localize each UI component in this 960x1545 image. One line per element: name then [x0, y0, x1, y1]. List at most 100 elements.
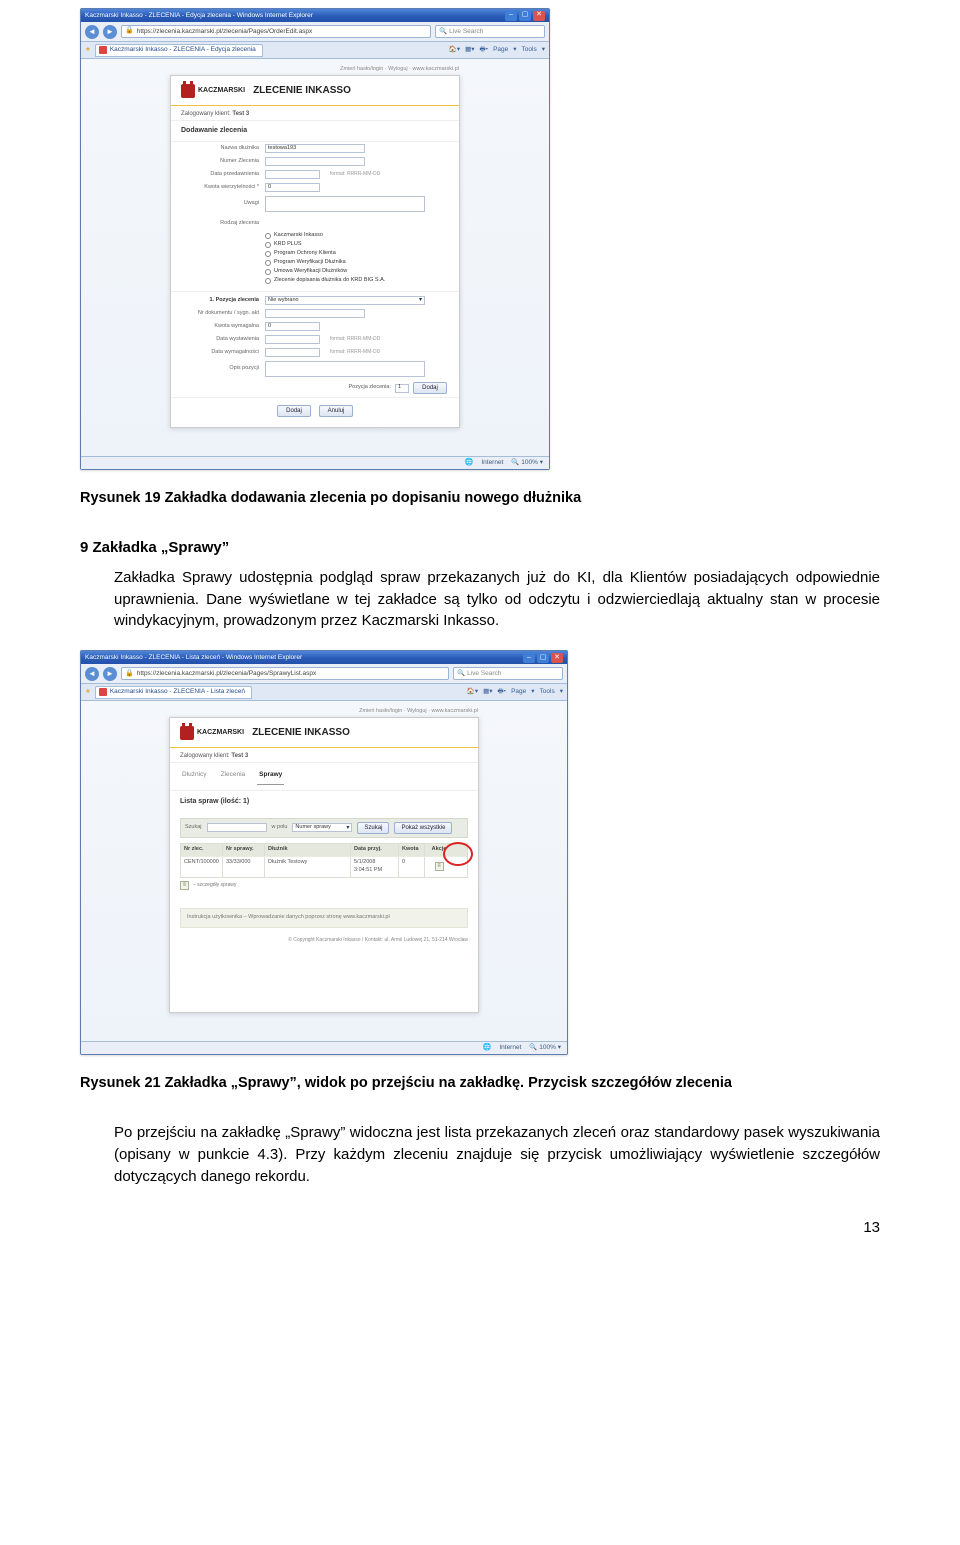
- position-counter-bar: Pozycja zlecenia: 1 Dodaj: [171, 379, 459, 397]
- radio-opt[interactable]: Program Ochrony Klienta: [265, 250, 449, 258]
- tab-zlecenia[interactable]: Zlecenia: [219, 768, 248, 784]
- back-icon[interactable]: ◄: [85, 25, 99, 39]
- window-maximize-icon[interactable]: ▢: [537, 653, 549, 663]
- select-pozycja[interactable]: Nie wybrano ▾: [265, 296, 425, 305]
- cell-kwota: 0: [399, 857, 425, 877]
- input-kwota-wierzytelnosci[interactable]: 0: [265, 183, 320, 192]
- filter-field-select[interactable]: Numer sprawy▾: [292, 823, 352, 832]
- url-text: https://zlecenia.kaczmarski.pl/zlecenia/…: [137, 27, 313, 36]
- legend-row: ≡ – szczegóły sprawy: [180, 881, 468, 890]
- magnifier-icon: 🔍: [439, 27, 447, 36]
- input-data-wymagalnosci[interactable]: [265, 348, 320, 357]
- th-data[interactable]: Data przyj.: [351, 844, 399, 856]
- cell-nrspr: 33/33/000: [223, 857, 265, 877]
- window-close-icon[interactable]: ✕: [551, 653, 563, 663]
- tab-dluznicy[interactable]: Dłużnicy: [180, 768, 209, 784]
- input-data-przedawnienia[interactable]: [265, 170, 320, 179]
- cell-data: 5/1/2008 3:04:51 PM: [351, 857, 399, 877]
- page-menu[interactable]: Page: [511, 687, 526, 696]
- forward-icon[interactable]: ►: [103, 25, 117, 39]
- lbl-rodzaj: Rodzaj zlecenia: [181, 220, 259, 228]
- favicon-icon: [99, 688, 107, 696]
- search-box[interactable]: 🔍 Live Search: [453, 667, 563, 680]
- textarea-opis-pozycji[interactable]: [265, 361, 425, 377]
- input-nr-dokumentu[interactable]: [265, 309, 365, 318]
- sprawy-table: Nr zlec. Nr sprawy. Dłużnik Data przyj. …: [180, 843, 468, 878]
- page-menu[interactable]: Page: [493, 45, 508, 54]
- zoom-level[interactable]: 🔍 100% ▾: [511, 458, 543, 467]
- show-all-button[interactable]: Pokaż wszystkie: [394, 822, 452, 834]
- input-kwota-wymagalna[interactable]: 0: [265, 322, 320, 331]
- cancel-button[interactable]: Anuluj: [319, 405, 353, 417]
- th-nrzlec[interactable]: Nr zlec.: [181, 844, 223, 856]
- tab-sprawy[interactable]: Sprawy: [257, 768, 284, 784]
- search-filter-bar: Szukaj w polu Numer sprawy▾ Szukaj Pokaż…: [180, 818, 468, 838]
- app-tabs: Dłużnicy Zlecenia Sprawy: [170, 763, 478, 790]
- lbl-kwym: Kwota wymagalna: [181, 323, 259, 331]
- window-close-icon[interactable]: ✕: [533, 11, 545, 21]
- input-nazwa-dluznika[interactable]: testowa193: [265, 144, 365, 153]
- app-panel: Zmień hasło/login · Wyloguj · www.kaczma…: [169, 717, 479, 1013]
- search-button[interactable]: Szukaj: [357, 822, 389, 834]
- forward-icon[interactable]: ►: [103, 667, 117, 681]
- radio-opt[interactable]: Zlecenie dopisania dłużnika do KRD BIG S…: [265, 277, 449, 285]
- window-minimize-icon[interactable]: –: [505, 11, 517, 21]
- ie-toolbar-right: 🏠▾ ▦▾ 🖶▾ Page▾ Tools▾: [449, 45, 545, 54]
- tools-menu[interactable]: Tools: [540, 687, 555, 696]
- magnifier-icon: 🔍: [457, 669, 465, 678]
- add-position-button[interactable]: Dodaj: [413, 382, 447, 394]
- top-links[interactable]: Zmień hasło/login · Wyloguj · www.kaczma…: [340, 66, 459, 74]
- lbl-nazwa: Nazwa dłużnika: [181, 145, 259, 153]
- th-nrspr[interactable]: Nr sprawy.: [223, 844, 265, 856]
- screenshot-2: Kaczmarski Inkasso - ZLECENIA - Lista zl…: [80, 650, 568, 1055]
- radio-icon: [265, 233, 271, 239]
- search-box[interactable]: 🔍 Live Search: [435, 25, 545, 38]
- logo-mark-icon: [180, 726, 194, 740]
- radio-opt[interactable]: Program Weryfikacji Dłużnika: [265, 259, 449, 267]
- page-number: 13: [80, 1217, 880, 1239]
- feeds-icon[interactable]: ▦▾: [483, 687, 492, 696]
- favorites-star-icon[interactable]: ★: [85, 45, 91, 54]
- input-data-wystawienia[interactable]: [265, 335, 320, 344]
- favorites-star-icon[interactable]: ★: [85, 687, 91, 696]
- home-icon[interactable]: 🏠▾: [467, 687, 478, 696]
- pos-header: 1. Pozycja zlecenia: [181, 297, 259, 305]
- filter-input[interactable]: [207, 823, 267, 832]
- th-kwota[interactable]: Kwota: [399, 844, 425, 856]
- home-icon[interactable]: 🏠▾: [449, 45, 460, 54]
- back-icon[interactable]: ◄: [85, 667, 99, 681]
- tools-menu[interactable]: Tools: [522, 45, 537, 54]
- radio-opt[interactable]: Kaczmarski Inkasso: [265, 232, 449, 240]
- browser-tab[interactable]: Kaczmarski Inkasso - ZLECENIA - Lista zl…: [95, 686, 252, 699]
- print-icon[interactable]: 🖶▾: [480, 45, 489, 54]
- loggedin-label: Zalogowany klient:: [181, 111, 231, 117]
- zoom-level[interactable]: 🔍 100% ▾: [529, 1043, 561, 1052]
- figure-caption-21: Rysunek 21 Zakładka „Sprawy”, widok po p…: [80, 1073, 880, 1094]
- lbl-dwym: Data wymagalności: [181, 349, 259, 357]
- top-links[interactable]: Zmień hasło/login · Wyloguj · www.kaczma…: [359, 708, 478, 716]
- instruction-box: Instrukcja użytkownika – Wprowadzanie da…: [180, 908, 468, 928]
- address-bar[interactable]: 🔒 https://zlecenia.kaczmarski.pl/zleceni…: [121, 25, 431, 38]
- radio-opt[interactable]: Umowa Weryfikacji Dłużników: [265, 268, 449, 276]
- filter-label: Szukaj: [185, 824, 202, 832]
- feeds-icon[interactable]: ▦▾: [465, 45, 474, 54]
- window-title: Kaczmarski Inkasso - ZLECENIA - Edycja z…: [85, 11, 503, 20]
- details-icon[interactable]: ≡: [435, 862, 444, 871]
- lbl-kwota: Kwota wierzytelności *: [181, 184, 259, 192]
- radio-opt[interactable]: KRD PLUS: [265, 241, 449, 249]
- window-maximize-icon[interactable]: ▢: [519, 11, 531, 21]
- print-icon[interactable]: 🖶▾: [498, 687, 507, 696]
- app-panel: Zmień hasło/login · Wyloguj · www.kaczma…: [170, 75, 460, 428]
- input-pos-number[interactable]: 1: [395, 384, 409, 393]
- app-title: ZLECENIE INKASSO: [253, 84, 351, 99]
- submit-button[interactable]: Dodaj: [277, 405, 311, 417]
- hint-date-format-1: format: RRRR-MM-DD: [330, 171, 380, 178]
- th-dluznik[interactable]: Dłużnik: [265, 844, 351, 856]
- status-zone: Internet: [481, 458, 503, 467]
- radio-icon: [265, 251, 271, 257]
- textarea-uwagi[interactable]: [265, 196, 425, 212]
- window-minimize-icon[interactable]: –: [523, 653, 535, 663]
- input-numer-zlecenia[interactable]: [265, 157, 365, 166]
- address-bar[interactable]: 🔒 https://zlecenia.kaczmarski.pl/zleceni…: [121, 667, 449, 680]
- browser-tab[interactable]: Kaczmarski Inkasso - ZLECENIA - Edycja z…: [95, 44, 263, 57]
